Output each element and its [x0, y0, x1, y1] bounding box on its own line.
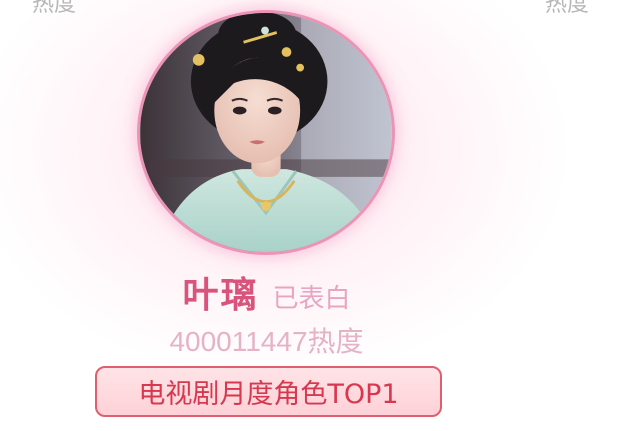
confession-status: 已表白 — [272, 284, 351, 314]
ranking-badge[interactable]: 电视剧月度角色TOP1 — [95, 366, 442, 417]
character-name[interactable]: 叶璃 — [182, 266, 258, 318]
name-row: 叶璃 已表白 — [0, 266, 619, 318]
heat-value: 400011447热度 — [169, 326, 364, 357]
character-avatar[interactable] — [137, 10, 395, 255]
character-card: 热度 热度 叶璃 已表白 400011447热度 电视剧月度角色TOP1 — [0, 0, 619, 431]
top-right-heat-label: 热度 — [545, 0, 590, 17]
top-left-heat-label: 热度 — [32, 0, 77, 17]
avatar-illustration — [140, 13, 392, 252]
